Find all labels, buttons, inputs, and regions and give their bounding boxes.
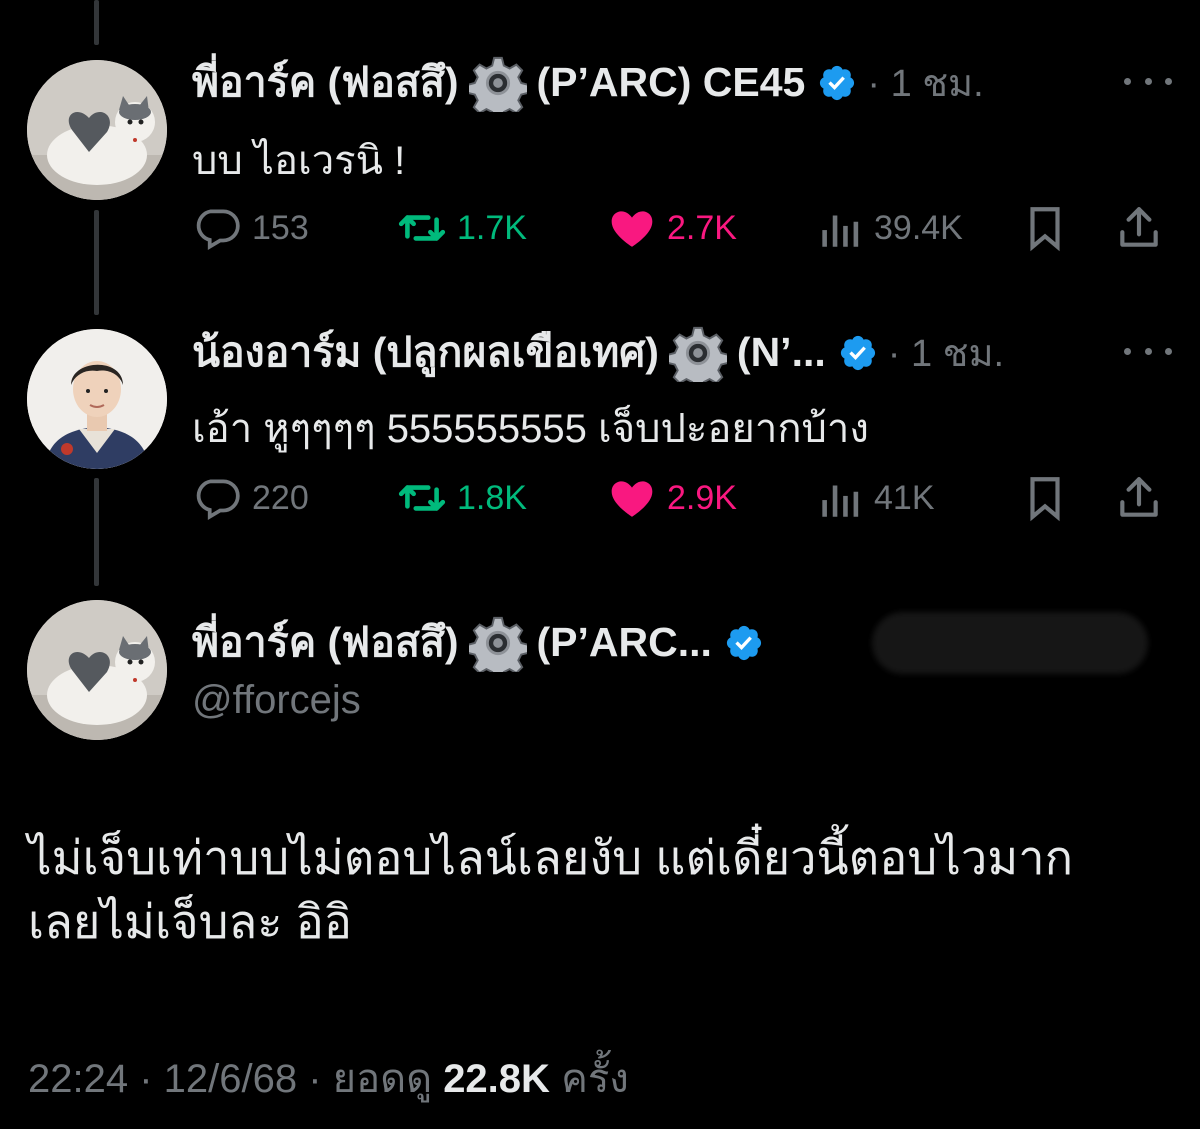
display-name[interactable]: พี่อาร์ค (ฟอสสึ) [192, 50, 459, 115]
cat-avatar-icon[interactable] [27, 60, 167, 200]
gear-icon [666, 324, 730, 391]
verified-badge-icon [838, 333, 878, 373]
share-icon[interactable] [1114, 468, 1174, 528]
main-tweet-text: ไม่เจ็บเท่าบบไม่ตอบไลน์เลยงับ แต่เดี๋ยวน… [28, 826, 1178, 954]
main-tweet-text-line-2: เลยไม่เจ็บละ อิอิ [28, 895, 353, 948]
reply-count: 220 [252, 478, 309, 517]
gear-icon [465, 614, 530, 681]
retweet-button[interactable]: 1.8K [397, 468, 527, 528]
view-count: 22.8K [443, 1057, 550, 1101]
verified-badge-icon [724, 623, 764, 663]
view-count: 41K [874, 478, 935, 517]
like-count: 2.7K [667, 208, 737, 247]
tweet-time[interactable]: · 1 ชม. [888, 322, 1004, 383]
view-count-suffix: ครั้ง [561, 1057, 629, 1101]
reply-button[interactable]: 220 [192, 468, 309, 528]
retweet-count: 1.7K [457, 208, 527, 247]
follow-button[interactable] [872, 612, 1148, 674]
bookmark-icon[interactable] [1020, 198, 1080, 258]
retweet-count: 1.8K [457, 478, 527, 517]
cat-avatar-icon[interactable] [27, 600, 167, 740]
display-name[interactable]: พี่อาร์ค (ฟอสสึ) [192, 610, 459, 675]
tweet-2-actions: 220 1.8K 2.9K 41K [192, 468, 1172, 528]
views-button[interactable]: 39.4K [814, 198, 963, 258]
person-avatar-icon[interactable] [27, 329, 167, 469]
reply-button[interactable]: 153 [192, 198, 309, 258]
like-count: 2.9K [667, 478, 737, 517]
main-tweet-header: พี่อาร์ค (ฟอสสึ) (P’ARC... [192, 610, 764, 681]
more-options-icon[interactable] [1124, 74, 1172, 88]
reply-count: 153 [252, 208, 309, 247]
display-name[interactable]: น้องอาร์ม (ปลูกผลเขือเทศ) [192, 320, 659, 385]
more-options-icon[interactable] [1124, 344, 1172, 358]
display-name-suffix[interactable]: (P’ARC) CE45 [537, 59, 806, 106]
view-count: 39.4K [874, 208, 963, 247]
verified-badge-icon [817, 63, 857, 103]
tweet-2-text: เอ้า หูๆๆๆๆ 555555555 เจ็บปะอยากบ้าง [192, 407, 869, 451]
thread-line-top [94, 0, 99, 45]
share-icon[interactable] [1114, 198, 1174, 258]
tweet-1-actions: 153 1.7K 2.7K 39.4K [192, 198, 1172, 258]
user-handle[interactable]: @fforcejs [192, 678, 361, 723]
tweet-2-header: น้องอาร์ม (ปลูกผลเขือเทศ) (N’... · 1 ชม. [192, 320, 1004, 391]
tweet-footer: 22:24 · 12/6/68 · ยอดดู 22.8K ครั้ง [28, 1046, 629, 1110]
retweet-button[interactable]: 1.7K [397, 198, 527, 258]
thread-line-2 [94, 478, 99, 586]
display-name-suffix[interactable]: (N’... [737, 329, 826, 376]
bookmark-icon[interactable] [1020, 468, 1080, 528]
tweet-1-text: บบ ไอเวรนิ ! [192, 139, 406, 183]
tweet-time[interactable]: · 1 ชม. [867, 52, 983, 113]
like-button[interactable]: 2.7K [607, 198, 737, 258]
tweet-1-header: พี่อาร์ค (ฟอสสึ) (P’ARC) CE45 · 1 ชม. [192, 50, 984, 121]
gear-icon [465, 54, 530, 121]
main-tweet-text-line-1: ไม่เจ็บเท่าบบไม่ตอบไลน์เลยงับ แต่เดี๋ยวน… [28, 831, 1074, 884]
display-name-suffix[interactable]: (P’ARC... [537, 619, 712, 666]
thread-line-1 [94, 210, 99, 315]
views-button[interactable]: 41K [814, 468, 935, 528]
tweet-timestamp[interactable]: 22:24 · 12/6/68 · ยอดดู [28, 1057, 432, 1101]
like-button[interactable]: 2.9K [607, 468, 737, 528]
